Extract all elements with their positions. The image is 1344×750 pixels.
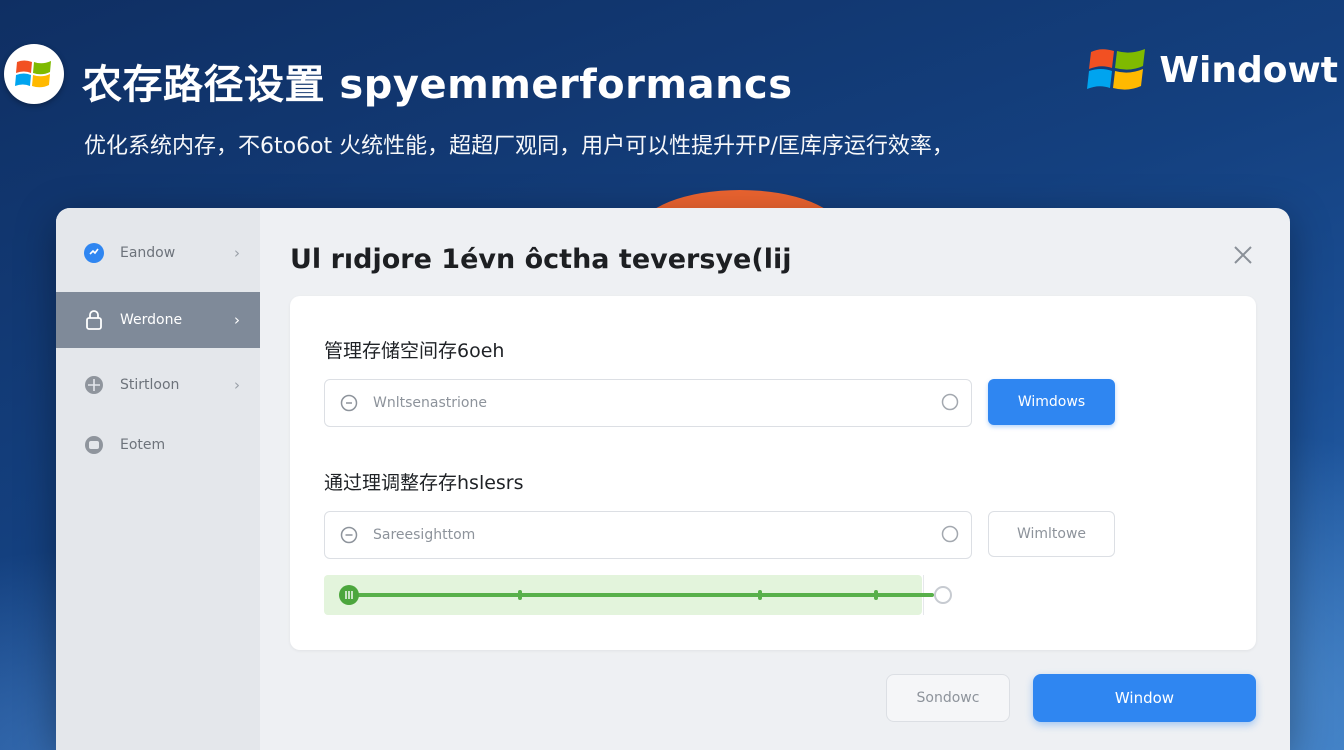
circle-square-icon [82,433,106,457]
sidebar-item-label: Werdone [120,312,183,328]
input-placeholder: Sareesighttom [373,527,476,543]
brand: Windowt [1087,42,1338,98]
radio-circle-icon [941,393,959,411]
confirm-button[interactable]: Window [1033,674,1256,722]
windows-flag-icon [1087,49,1146,90]
sidebar-item-eotem[interactable]: Eotem [56,417,260,473]
chevron-right-icon: › [234,244,240,262]
sidebar: Eandow › Werdone › Stirtloon › Eotem [56,208,260,750]
input-placeholder: Wnltsenastrione [373,395,487,411]
sidebar-item-label: Stirtloon [120,377,180,393]
sidebar-item-label: Eandow [120,245,176,261]
section-label: 管理存储空间存6oeh [324,340,505,362]
browse-button[interactable]: Wimdows [988,379,1115,425]
settings-dialog: Eandow › Werdone › Stirtloon › Eotem Ul … [56,208,1290,750]
storage-slider[interactable] [324,575,970,615]
storage-path-input[interactable]: Wnltsenastrione [324,379,972,427]
page-subtitle: 优化系统内存，不6to6ot 火统性能，超超厂观同，用户可以性提升开P/匡库序运… [84,134,954,159]
lock-icon [82,308,106,332]
chevron-right-icon: › [234,311,240,329]
slider-tick [518,590,522,600]
brand-label: Windowt [1159,49,1338,91]
sidebar-item-stirtloon[interactable]: Stirtloon › [56,357,260,413]
clock-icon [339,393,359,413]
chevron-right-icon: › [234,376,240,394]
adjust-storage-input[interactable]: Sareesighttom [324,511,972,559]
slider-tick [874,590,878,600]
slider-tick [758,590,762,600]
circle-plus-icon [82,373,106,397]
page-title: 农存路径设置 spуemmerformancs [82,62,793,108]
section-label: 通过理调整存存hslesrs [324,472,524,494]
sidebar-item-werdone[interactable]: Werdone › [56,292,260,348]
minus-circle-icon [339,525,359,545]
windows-logo-icon [15,60,51,88]
settings-card: 管理存储空间存6oeh Wnltsenastrione Wimdows 通过理调… [290,296,1256,650]
cancel-button[interactable]: Sondowc [886,674,1010,722]
secondary-button[interactable]: Wimltowe [988,511,1115,557]
close-icon[interactable] [1230,242,1256,268]
slider-track [344,593,934,597]
dialog-title: Ul rıdjore 1évn ôсtha teversye(lij [290,244,792,275]
radio-circle-icon [941,525,959,543]
sidebar-item-label: Eotem [120,437,166,453]
windows-logo-badge [4,44,64,104]
blue-circle-icon [82,241,106,265]
sidebar-item-eandow[interactable]: Eandow › [56,225,260,281]
slider-end-handle[interactable] [934,586,952,604]
slider-start-handle[interactable] [339,585,359,605]
